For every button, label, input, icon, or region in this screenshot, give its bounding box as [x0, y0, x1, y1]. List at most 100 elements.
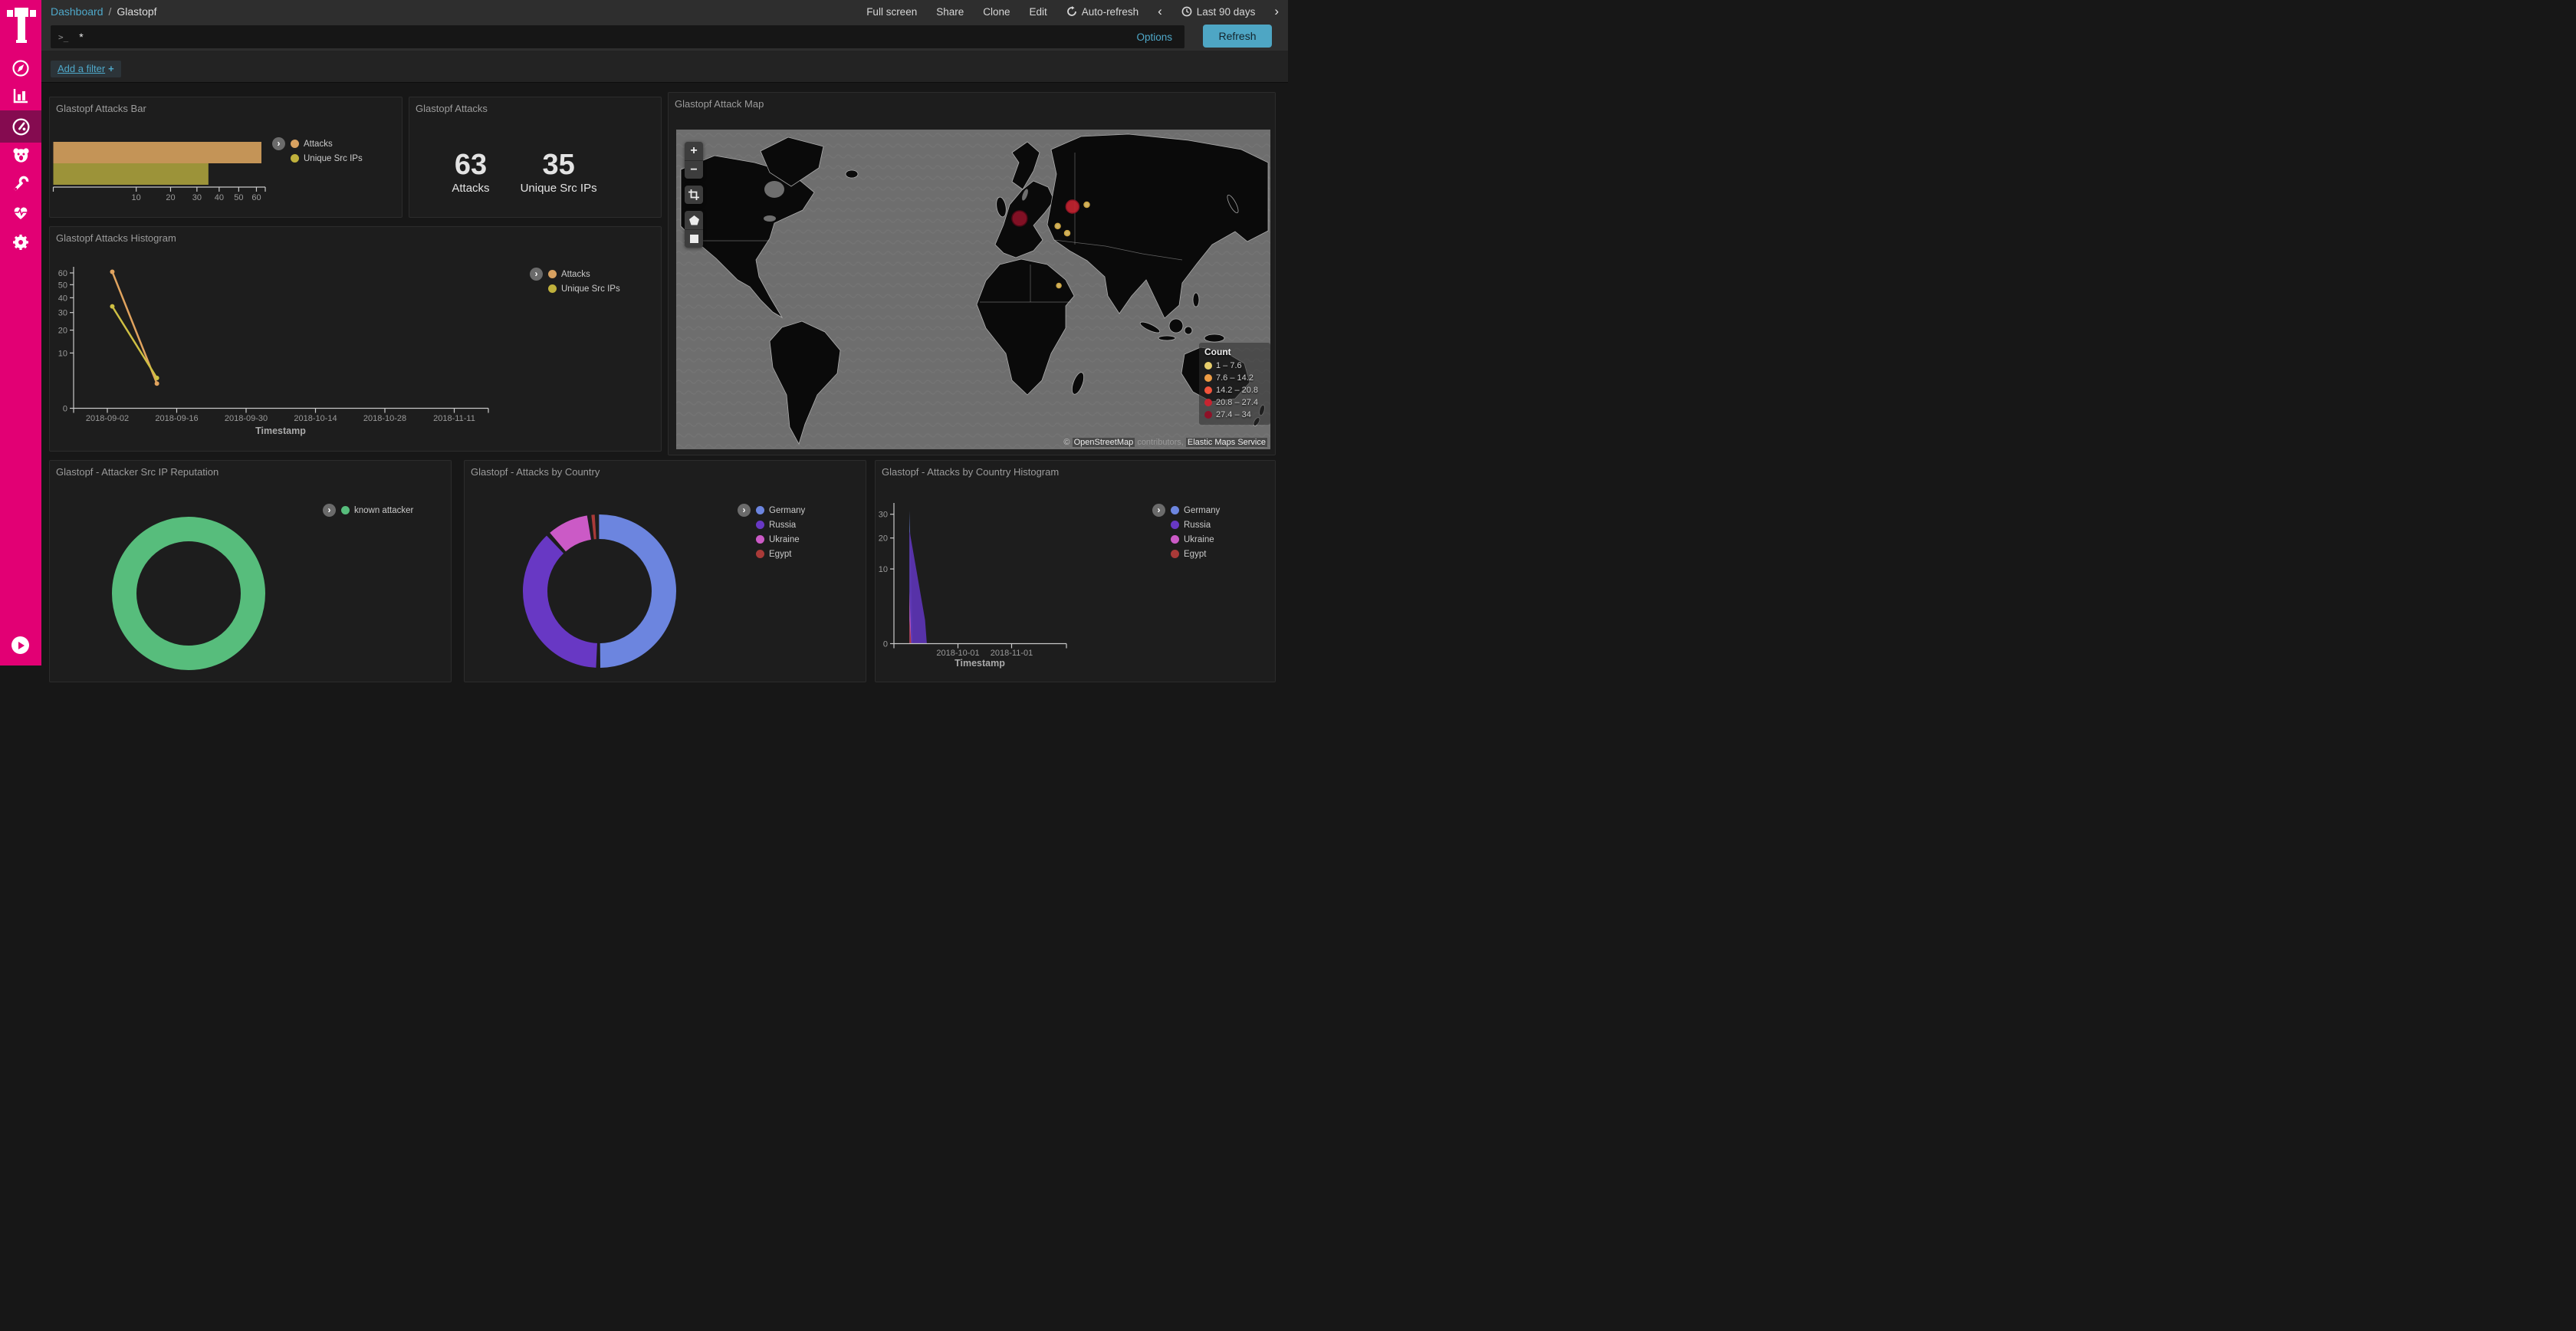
- data-point[interactable]: [110, 269, 114, 274]
- search-bar[interactable]: >_ * Options: [51, 25, 1184, 48]
- share-button[interactable]: Share: [936, 6, 964, 18]
- legend-item-ukraine[interactable]: Ukraine: [756, 532, 805, 547]
- play-icon: [18, 642, 25, 649]
- attack-point-egypt[interactable]: [1056, 284, 1061, 288]
- sidebar-item-timelion[interactable]: [0, 140, 41, 170]
- legend-item-unique-src-ips[interactable]: Unique Src IPs: [291, 151, 363, 166]
- time-back-button[interactable]: ‹: [1158, 4, 1162, 19]
- data-point[interactable]: [155, 376, 159, 380]
- lion-icon: [11, 145, 31, 165]
- attacks-histogram-chart: 01020304050602018-09-022018-09-162018-09…: [50, 227, 661, 451]
- legend-label: Ukraine: [769, 535, 800, 544]
- time-forward-button[interactable]: ›: [1274, 4, 1279, 19]
- legend-dot: [548, 284, 557, 293]
- sidebar-item-dev-tools[interactable]: [0, 169, 41, 199]
- legend-label: known attacker: [354, 506, 413, 515]
- donut-segment-known-attacker[interactable]: [124, 529, 253, 658]
- map-legend-dot: [1204, 399, 1212, 406]
- svg-text:2018-10-01: 2018-10-01: [936, 649, 979, 658]
- legend-item-attacks[interactable]: Attacks: [291, 136, 363, 151]
- world-map[interactable]: [676, 130, 1270, 449]
- map-draw-rectangle-button[interactable]: [685, 229, 703, 248]
- wrench-icon: [11, 174, 31, 194]
- legend-item-unique-src-ips[interactable]: Unique Src IPs: [548, 281, 620, 296]
- legend-item-germany[interactable]: Germany: [756, 503, 805, 518]
- map-zoom-out-button[interactable]: −: [685, 160, 703, 179]
- legend-toggle-button[interactable]: ›: [530, 268, 543, 281]
- legend-dot: [341, 506, 350, 514]
- attack-point-russia[interactable]: [1084, 202, 1089, 208]
- attack-point-germany[interactable]: [1012, 211, 1027, 226]
- map-fit-bounds-button[interactable]: [685, 186, 703, 204]
- map-legend-dot: [1204, 374, 1212, 382]
- attack-map[interactable]: + −: [676, 130, 1270, 449]
- map-legend-title: Count: [1204, 347, 1265, 357]
- area-russia[interactable]: [909, 531, 927, 644]
- sidebar-item-visualize[interactable]: [0, 81, 41, 111]
- line-unique-src-ips[interactable]: [112, 307, 156, 378]
- time-range-picker[interactable]: Last 90 days: [1181, 6, 1256, 18]
- legend-item-attacks[interactable]: Attacks: [548, 267, 620, 281]
- svg-text:30: 30: [879, 511, 888, 520]
- legend-item-egypt[interactable]: Egypt: [1171, 547, 1220, 561]
- app-sidebar: [0, 0, 41, 666]
- svg-text:2018-11-01: 2018-11-01: [991, 649, 1033, 658]
- sidebar-item-management[interactable]: [0, 227, 41, 258]
- legend-item-russia[interactable]: Russia: [756, 518, 805, 532]
- auto-refresh-button[interactable]: Auto-refresh: [1066, 6, 1138, 18]
- country-donut-chart: [465, 461, 866, 682]
- svg-text:60: 60: [58, 269, 67, 278]
- legend-item-germany[interactable]: Germany: [1171, 503, 1220, 518]
- legend-item-known-attacker[interactable]: known attacker: [341, 503, 413, 518]
- clock-icon: [1181, 6, 1192, 17]
- map-zoom-in-button[interactable]: +: [685, 142, 703, 160]
- refresh-button[interactable]: Refresh: [1203, 25, 1272, 48]
- panel-title[interactable]: Glastopf Attack Map: [675, 98, 764, 110]
- data-point[interactable]: [110, 304, 114, 309]
- sidebar-item-monitoring[interactable]: [0, 197, 41, 228]
- attack-point-ukraine[interactable]: [1065, 231, 1070, 236]
- chart-legend: › AttacksUnique Src IPs: [272, 136, 363, 166]
- bar-unique-src-ips[interactable]: [54, 163, 209, 185]
- sidebar-collapse-button[interactable]: [12, 636, 29, 654]
- panel-title[interactable]: Glastopf Attacks: [416, 103, 488, 114]
- map-legend-item: 27.4 – 34: [1204, 409, 1265, 421]
- attack-point-ukraine[interactable]: [1055, 223, 1060, 228]
- legend-toggle-button[interactable]: ›: [738, 504, 751, 517]
- legend-item-egypt[interactable]: Egypt: [756, 547, 805, 561]
- legend-toggle-button[interactable]: ›: [272, 137, 285, 150]
- legend-label: Germany: [769, 506, 805, 515]
- options-link[interactable]: Options: [1136, 31, 1172, 43]
- svg-text:50: 50: [58, 281, 67, 290]
- map-draw-polygon-button[interactable]: [685, 211, 703, 229]
- openstreetmap-link[interactable]: OpenStreetMap: [1073, 438, 1135, 447]
- search-query-value[interactable]: *: [79, 31, 1136, 43]
- attack-point-russia[interactable]: [1066, 200, 1079, 213]
- data-point[interactable]: [155, 381, 159, 386]
- bar-attacks[interactable]: [54, 142, 262, 163]
- legend-dot: [548, 270, 557, 278]
- map-legend-label: 7.6 – 14.2: [1216, 373, 1254, 383]
- add-filter-button[interactable]: Add a filter+: [51, 61, 121, 77]
- legend-label: Russia: [769, 521, 796, 530]
- panel-attacks-by-country: Glastopf - Attacks by Country ›GermanyRu…: [464, 460, 866, 682]
- sidebar-item-discover[interactable]: [0, 53, 41, 84]
- legend-toggle-button[interactable]: ›: [1152, 504, 1165, 517]
- legend-item-ukraine[interactable]: Ukraine: [1171, 532, 1220, 547]
- elastic-maps-service-link[interactable]: Elastic Maps Service: [1186, 438, 1267, 447]
- map-legend-label: 27.4 – 34: [1216, 410, 1251, 419]
- legend-dot: [291, 140, 299, 148]
- legend-label: Egypt: [1184, 550, 1206, 559]
- edit-button[interactable]: Edit: [1030, 6, 1047, 18]
- full-screen-button[interactable]: Full screen: [866, 6, 917, 18]
- legend-label: Egypt: [769, 550, 791, 559]
- legend-item-russia[interactable]: Russia: [1171, 518, 1220, 532]
- svg-text:2018-09-02: 2018-09-02: [86, 414, 129, 423]
- clone-button[interactable]: Clone: [983, 6, 1010, 18]
- metric-group: 63 Attacks 35 Unique Src IPs: [399, 150, 650, 195]
- svg-text:10: 10: [879, 565, 888, 574]
- breadcrumb-dashboard-link[interactable]: Dashboard: [51, 5, 104, 18]
- sidebar-item-dashboard[interactable]: [0, 110, 41, 143]
- panel-glastopf-attacks-metric: Glastopf Attacks 63 Attacks 35 Unique Sr…: [409, 97, 662, 218]
- legend-toggle-button[interactable]: ›: [323, 504, 336, 517]
